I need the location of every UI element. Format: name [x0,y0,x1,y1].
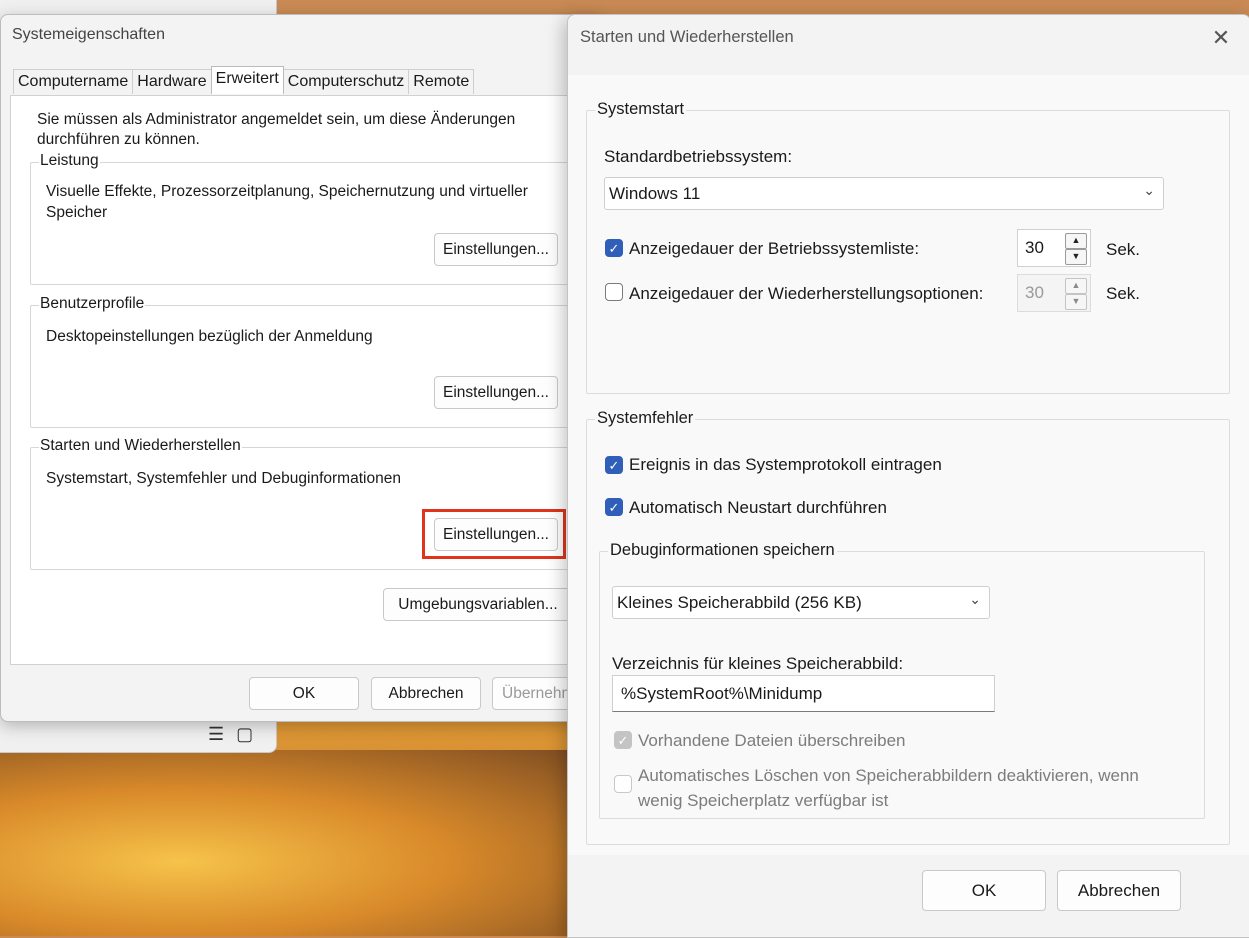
recovery-spinner: 30 ▲ ▼ [1017,274,1091,312]
tab-hardware[interactable]: Hardware [132,69,212,94]
list-view-icon[interactable]: ☰ [208,724,224,745]
dump-dir-value: %SystemRoot%\Minidump [621,683,823,703]
group-label: Benutzerprofile [39,295,146,313]
spin-down-icon[interactable]: ▼ [1065,249,1087,265]
tab-strip: Computername Hardware Erweitert Computer… [13,66,475,97]
startup-recovery-dialog: Starten und Wiederherstellen ✕ Systemsta… [567,14,1249,938]
auto-restart-checkbox[interactable]: ✓ [605,498,623,516]
highlight-box [422,509,566,559]
tab-computerschutz[interactable]: Computerschutz [282,69,410,94]
recovery-value: 30 [1025,283,1044,302]
ok-button[interactable]: OK [249,677,359,710]
default-os-select[interactable]: Windows 11 ⌄ [604,177,1164,210]
log-event-checkbox[interactable]: ✓ [605,456,623,474]
dump-dir-label: Verzeichnis für kleines Speicherabbild: [612,654,904,673]
group-leistung: Leistung Visuelle Effekte, Prozessorzeit… [30,152,601,285]
recovery-checkbox[interactable] [605,283,623,301]
debug-legend: Debuginformationen speichern [608,541,837,560]
overwrite-label: Vorhandene Dateien überschreiben [638,731,906,750]
group-description: Visuelle Effekte, Prozessorzeitplanung, … [46,183,528,221]
recovery-unit: Sek. [1106,284,1141,303]
close-icon[interactable]: ✕ [1208,25,1234,51]
spin-down-icon: ▼ [1065,294,1087,310]
chevron-down-icon: ⌄ [1143,182,1155,198]
recovery-label: Anzeigedauer der Wiederherstellungsoptio… [629,284,984,303]
dialog-title: Starten und Wiederherstellen [580,28,794,46]
system-properties-dialog: Systemeigenschaften Computername Hardwar… [0,14,602,722]
spin-up-icon: ▲ [1065,278,1087,294]
admin-note: Sie müssen als Administrator angemeldet … [37,111,516,148]
systemfehler-group: Systemfehler ✓ Ereignis in das Systempro… [586,409,1230,845]
os-list-unit: Sek. [1106,240,1141,259]
dialog-title: Systemeigenschaften [12,26,165,43]
tab-computername[interactable]: Computername [13,69,134,94]
debug-group: Debuginformationen speichern Kleines Spe… [599,541,1205,819]
spin-up-icon[interactable]: ▲ [1065,233,1087,249]
group-description: Systemstart, Systemfehler und Debuginfor… [46,470,401,487]
overwrite-checkbox: ✓ [614,731,632,749]
dump-dir-input[interactable]: %SystemRoot%\Minidump [612,675,995,712]
group-label: Leistung [39,152,100,170]
chevron-down-icon: ⌄ [969,591,981,607]
tab-erweitert[interactable]: Erweitert [210,66,284,94]
window-icon[interactable]: ▢ [236,724,253,745]
group-label: Starten und Wiederherstellen [39,437,242,455]
dialog-body: Systemstart Standardbetriebssystem: Wind… [568,75,1249,855]
os-list-checkbox[interactable]: ✓ [605,239,623,257]
tab-remote[interactable]: Remote [408,69,475,94]
profiles-settings-button[interactable]: Einstellungen... [434,376,558,409]
cancel-button[interactable]: Abbrechen [371,677,481,710]
dump-type-value: Kleines Speicherabbild (256 KB) [617,592,862,612]
os-list-label: Anzeigedauer der Betriebssystemliste: [629,239,920,258]
disable-auto-delete-label: Automatisches Löschen von Speicherabbild… [638,766,1139,810]
auto-restart-label: Automatisch Neustart durchführen [629,498,887,517]
log-event-label: Ereignis in das Systemprotokoll eintrage… [629,455,942,474]
default-os-value: Windows 11 [609,183,701,203]
cancel-button[interactable]: Abbrechen [1057,870,1181,911]
disable-auto-delete-checkbox [614,775,632,793]
group-description: Desktopeinstellungen bezüglich der Anmel… [46,328,373,345]
dump-type-select[interactable]: Kleines Speicherabbild (256 KB) ⌄ [612,586,990,619]
ok-button[interactable]: OK [922,870,1046,911]
systemstart-legend: Systemstart [595,100,687,119]
systemfehler-legend: Systemfehler [595,409,696,428]
performance-settings-button[interactable]: Einstellungen... [434,233,558,266]
group-benutzerprofile: Benutzerprofile Desktopeinstellungen bez… [30,295,601,428]
os-list-value: 30 [1025,238,1044,257]
environment-variables-button[interactable]: Umgebungsvariablen... [383,588,573,621]
systemstart-group: Systemstart Standardbetriebssystem: Wind… [586,100,1230,394]
desktop-wallpaper [0,750,600,936]
default-os-label: Standardbetriebssystem: [604,147,793,166]
status-bar-icons: ☰ ▢ [208,724,253,745]
os-list-spinner[interactable]: 30 ▲ ▼ [1017,229,1091,267]
